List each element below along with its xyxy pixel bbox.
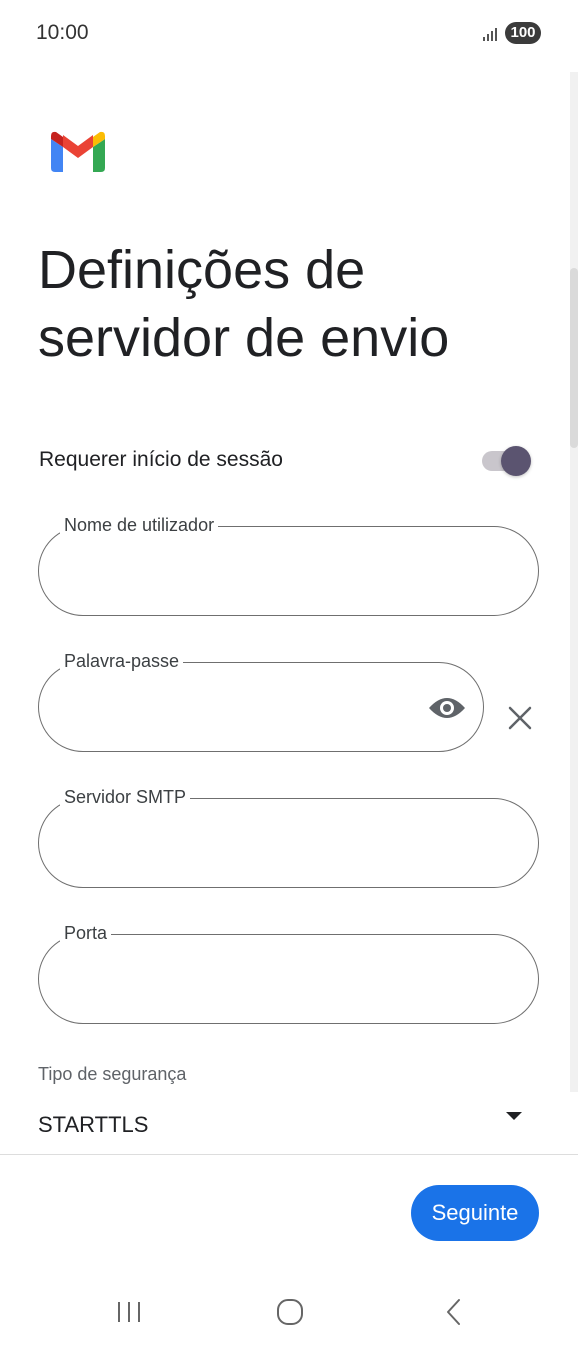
security-type-dropdown[interactable]: STARTTLS (38, 1104, 532, 1144)
toggle-thumb (501, 446, 531, 476)
username-label: Nome de utilizador (60, 513, 219, 537)
status-bar: 10:00 100 (0, 0, 578, 66)
require-signin-toggle[interactable] (482, 446, 534, 476)
gmail-logo (51, 131, 105, 172)
scrollbar-track[interactable] (570, 72, 578, 1092)
password-label: Palavra-passe (60, 649, 184, 673)
navigation-bar (0, 1272, 578, 1348)
username-input[interactable] (65, 555, 469, 580)
home-icon[interactable] (276, 1298, 304, 1326)
next-button[interactable]: Seguinte (411, 1185, 539, 1241)
security-type-value: STARTTLS (38, 1112, 149, 1137)
port-input[interactable] (65, 963, 469, 988)
eye-icon[interactable] (427, 693, 467, 723)
security-type-label: Tipo de segurança (38, 1064, 187, 1084)
password-input[interactable] (65, 691, 380, 716)
port-label: Porta (60, 921, 112, 945)
scrollbar-thumb[interactable] (570, 268, 578, 448)
password-field[interactable]: Palavra-passe (38, 649, 484, 752)
require-signin-label: Requerer início de sessão (39, 448, 283, 471)
smtp-server-input[interactable] (65, 827, 469, 852)
page-title: Definições de servidor de envio (38, 240, 450, 368)
close-icon[interactable] (506, 704, 534, 732)
footer-divider (0, 1154, 578, 1155)
recent-apps-icon[interactable] (116, 1300, 142, 1324)
username-field[interactable]: Nome de utilizador (38, 513, 539, 616)
port-field[interactable]: Porta (38, 921, 539, 1024)
signal-bars-icon (483, 28, 497, 41)
dropdown-arrow-icon (506, 1112, 522, 1120)
clock: 10:00 (36, 21, 89, 44)
back-icon[interactable] (444, 1298, 464, 1326)
smtp-server-label: Servidor SMTP (60, 785, 191, 809)
battery-indicator: 100 (505, 22, 541, 44)
smtp-server-field[interactable]: Servidor SMTP (38, 785, 539, 888)
